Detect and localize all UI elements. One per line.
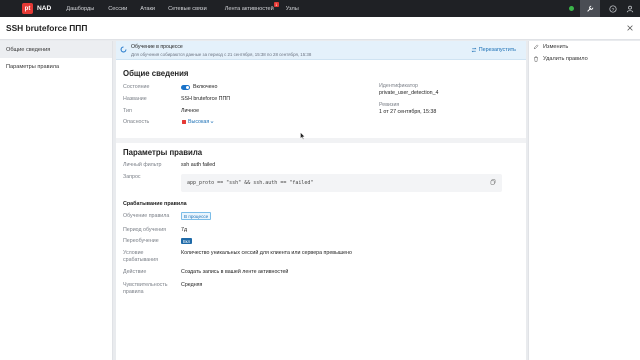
sidebar-item-general[interactable]: Общие сведения — [0, 41, 112, 58]
help-icon: ? — [609, 4, 617, 12]
filter-value: ssh auth failed — [181, 162, 216, 168]
page-title: SSH bruteforce ППП — [6, 23, 88, 33]
state-toggle[interactable] — [181, 84, 190, 90]
filter-label: Личный фильтр — [123, 162, 162, 168]
query-code-box: app_proto == "ssh" && ssh.auth == "faile… — [181, 174, 502, 192]
sidebar-item-rule-params[interactable]: Параметры правила — [0, 58, 112, 75]
action-label: Действие — [123, 269, 147, 275]
section-sidebar: Общие сведения Параметры правила — [0, 41, 113, 360]
banner-subtitle: Для обучения собираются данные за период… — [131, 51, 312, 57]
sensitivity-label-line1: Чувствительность — [123, 282, 168, 288]
training-label: Обучение правила — [123, 213, 170, 219]
severity-label: Опасность — [123, 119, 150, 125]
edit-button[interactable]: Изменить — [533, 44, 568, 50]
params-section-title: Параметры правила — [123, 148, 203, 157]
user-button[interactable] — [620, 0, 640, 17]
name-label: Название — [123, 96, 147, 102]
activity-feed-badge: 1 — [273, 2, 279, 7]
main-content: Обучение в процессе Для обучения собираю… — [116, 41, 526, 360]
query-code: app_proto == "ssh" && ssh.auth == "faile… — [187, 179, 314, 186]
condition-label-line2: срабатывания — [123, 257, 158, 263]
state-value: Включено — [193, 84, 218, 90]
banner-title: Обучение в процессе — [131, 44, 183, 50]
mouse-cursor-icon — [300, 132, 305, 140]
svg-text:?: ? — [612, 6, 615, 12]
condition-label-line1: Условие — [123, 250, 144, 256]
nav-activity-feed[interactable]: Лента активностей 1 — [225, 0, 279, 17]
query-label: Запрос — [123, 174, 141, 180]
status-indicator — [569, 6, 574, 11]
type-value: Личное — [181, 108, 200, 114]
restart-button[interactable]: Перезапустить — [471, 47, 516, 53]
period-value: 7д — [181, 227, 188, 233]
wrench-icon — [587, 5, 594, 12]
delete-rule-button[interactable]: Удалить правило — [533, 56, 588, 62]
chevron-down-icon — [210, 121, 214, 123]
condition-value: Количество уникальных сессий для клиента… — [181, 250, 352, 256]
general-section-title: Общие сведения — [123, 69, 189, 78]
revision-value: 1 от 27 сентября, 15:38 — [379, 109, 437, 115]
name-value: SSH bruteforce ППП — [181, 96, 231, 102]
app-logo[interactable]: pt NAD — [22, 3, 51, 14]
identifier-value: private_user_detection_4 — [379, 90, 439, 96]
nav-network-links[interactable]: Сетевые связи — [168, 0, 207, 17]
actions-panel: Изменить Удалить правило — [528, 41, 640, 360]
revision-label: Ревизия — [379, 102, 400, 108]
sensitivity-value: Средняя — [181, 282, 203, 288]
copy-icon[interactable] — [490, 179, 496, 185]
user-icon — [626, 5, 634, 12]
nav-dashboards[interactable]: Дашборды — [66, 0, 94, 17]
pt-logo-mark: pt — [22, 3, 33, 14]
page-header: SSH bruteforce ППП — [0, 17, 640, 40]
training-banner: Обучение в процессе Для обучения собираю… — [116, 41, 526, 60]
nav-attacks[interactable]: Атаки — [140, 0, 155, 17]
severity-dropdown[interactable]: Высокая — [188, 119, 214, 125]
nav-hosts[interactable]: Узлы — [286, 0, 299, 17]
triggers-subtitle: Срабатывание правила — [123, 201, 187, 207]
trash-icon — [534, 56, 538, 62]
severity-high-icon — [182, 120, 186, 124]
nav-sessions[interactable]: Сессии — [108, 0, 127, 17]
restart-icon — [471, 47, 477, 53]
training-status-badge: В процессе — [181, 212, 212, 220]
close-icon[interactable] — [626, 24, 634, 32]
spinner-icon — [120, 46, 127, 53]
section-divider — [116, 138, 526, 143]
settings-button[interactable] — [580, 0, 600, 17]
type-label: Тип — [123, 108, 132, 114]
main-nav: Дашборды Сессии Атаки Сетевые связи Лент… — [66, 0, 299, 17]
identifier-label: Идентификатор — [379, 83, 418, 89]
action-value: Создать запись в вашей ленте активностей — [181, 269, 289, 275]
pencil-icon — [533, 44, 539, 50]
state-label: Состояние — [123, 84, 150, 90]
app-name: NAD — [37, 5, 52, 12]
top-navigation-bar: pt NAD Дашборды Сессии Атаки Сетевые свя… — [0, 0, 640, 17]
period-label: Период обучения — [123, 227, 167, 233]
retrain-label: Переобучение — [123, 238, 159, 244]
retrain-badge: Вкл — [181, 238, 193, 244]
sensitivity-label-line2: правила — [123, 289, 144, 295]
